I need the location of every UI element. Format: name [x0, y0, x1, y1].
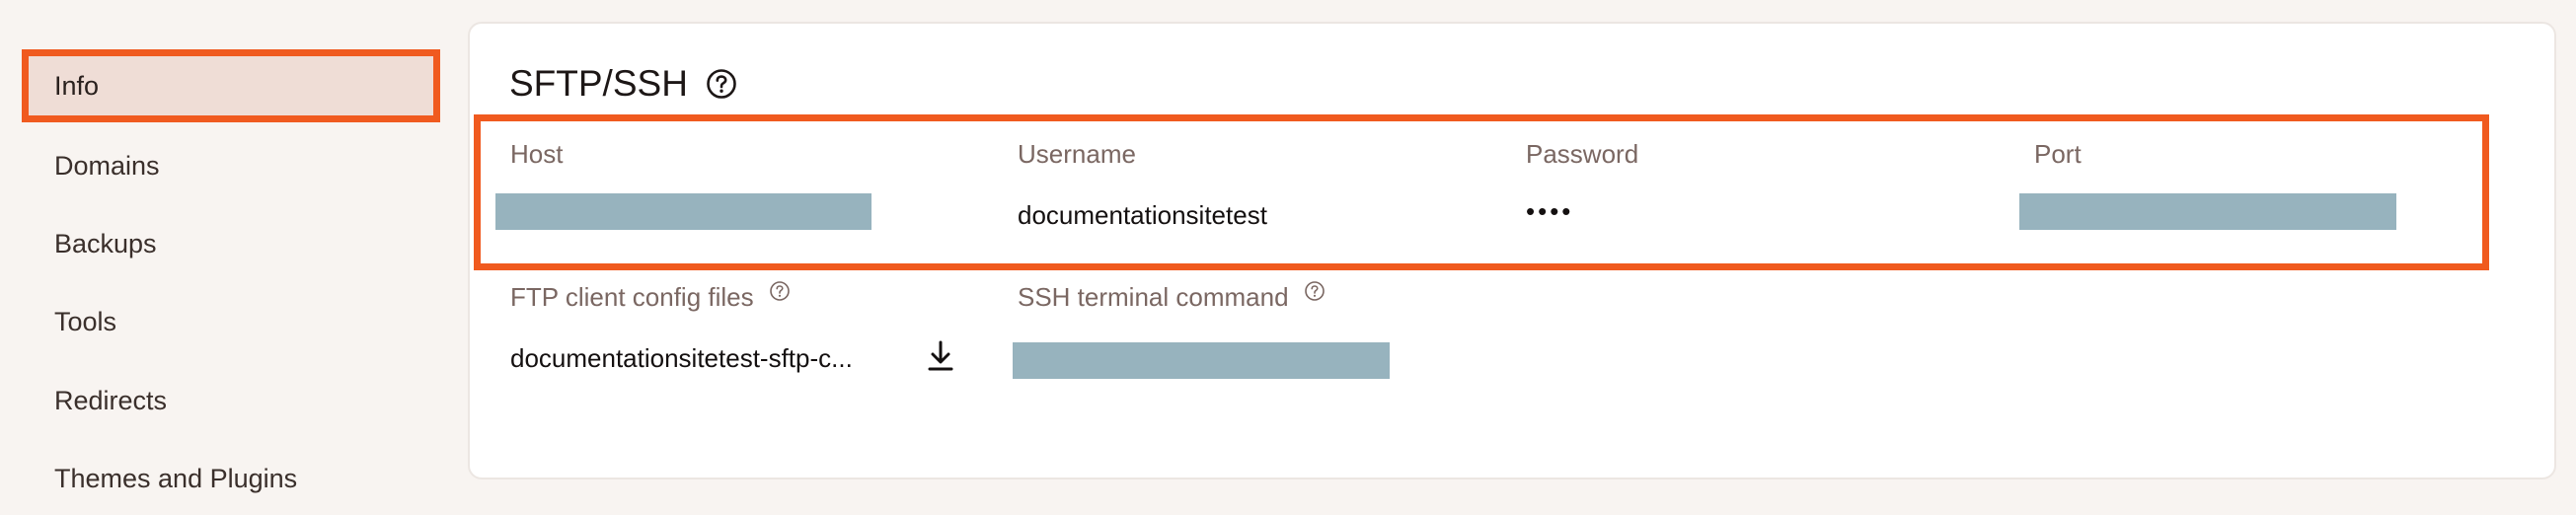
host-value-redacted[interactable] — [495, 193, 871, 230]
sidebar-item-label: Tools — [54, 306, 117, 336]
sidebar-item-label: Redirects — [54, 385, 168, 415]
ftp-config-filename[interactable]: documentationsitetest-sftp-c... — [510, 343, 853, 374]
port-value-redacted[interactable] — [2019, 193, 2396, 230]
sidebar-item-backups[interactable]: Backups — [22, 207, 440, 280]
port-label: Port — [2034, 139, 2082, 169]
download-icon[interactable] — [926, 339, 955, 373]
ftp-config-label-row: FTP client config files — [510, 280, 791, 313]
ssh-command-label-row: SSH terminal command — [1018, 280, 1326, 313]
credentials-highlight — [474, 114, 2489, 270]
password-label: Password — [1526, 139, 1639, 169]
sidebar-item-redirects[interactable]: Redirects — [22, 364, 440, 437]
password-value[interactable]: •••• — [1526, 196, 1573, 227]
sidebar-item-label: Info — [54, 70, 100, 101]
username-value[interactable]: documentationsitetest — [1018, 200, 1267, 231]
section-title: SFTP/SSH — [509, 63, 688, 104]
sidebar-item-info[interactable]: Info — [22, 49, 440, 122]
host-label: Host — [510, 139, 564, 169]
sidebar-item-label: Domains — [54, 150, 160, 181]
sidebar: Info Domains Backups Tools Redirects The… — [0, 0, 454, 509]
help-circle-icon[interactable] — [706, 68, 737, 100]
sidebar-item-themes-and-plugins[interactable]: Themes and Plugins — [22, 442, 440, 515]
sftp-ssh-header: SFTP/SSH — [509, 63, 737, 105]
sidebar-item-domains[interactable]: Domains — [22, 129, 440, 202]
ftp-config-label: FTP client config files — [510, 282, 754, 312]
help-circle-icon[interactable] — [1304, 280, 1326, 302]
ssh-command-label: SSH terminal command — [1018, 282, 1289, 312]
ssh-command-value-redacted[interactable] — [1013, 342, 1390, 379]
sidebar-item-tools[interactable]: Tools — [22, 285, 440, 358]
username-label: Username — [1018, 139, 1136, 169]
help-circle-icon[interactable] — [769, 280, 791, 302]
sidebar-item-label: Backups — [54, 228, 157, 258]
sidebar-item-label: Themes and Plugins — [54, 463, 298, 493]
